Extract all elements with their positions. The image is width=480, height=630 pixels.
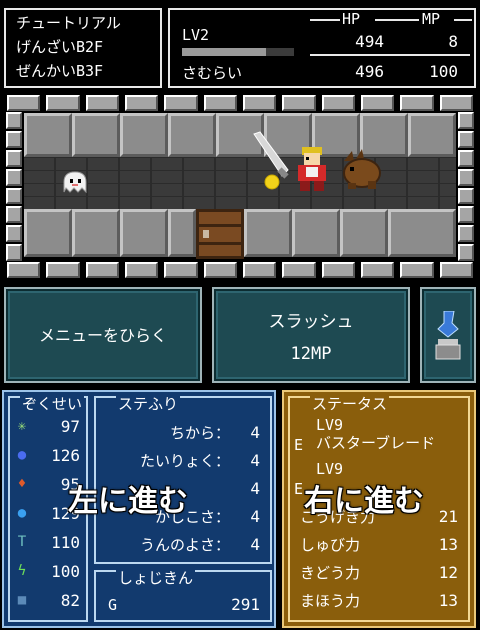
- status-title: ステータス: [310, 395, 390, 413]
- hp-header: HP: [342, 10, 361, 28]
- fire-icon: ♦: [17, 476, 27, 492]
- exp-bar-fill: [182, 48, 266, 56]
- menu-button-label: メニューをひらく: [38, 326, 167, 345]
- current-floor: げんざいB2F: [16, 38, 104, 56]
- stat-points-title: ステふり: [116, 395, 181, 413]
- dungeon-view: [4, 95, 476, 278]
- left-wall-bricks: [4, 111, 24, 262]
- max-floor: ぜんかいB3F: [16, 62, 104, 80]
- equipment-status-panel[interactable]: ステータス LV9 E バスターブレード LV9 E こうげき力 21 しゅび力 13…: [282, 390, 476, 628]
- stat-label: うんのよさ：: [139, 536, 230, 554]
- menu-button[interactable]: メニューをひらく: [4, 287, 202, 383]
- dungeon-name: チュートリアル: [16, 14, 121, 32]
- sword-icon: [253, 131, 289, 190]
- skill-slash-button[interactable]: スラッシュ 12MP: [212, 287, 410, 383]
- equip1-level: LV9: [316, 416, 344, 434]
- potion-button[interactable]: [420, 287, 476, 383]
- stats-divider: [310, 54, 470, 56]
- attribute-value: 97: [60, 417, 80, 436]
- equip1-mark: E: [294, 436, 304, 454]
- stat-label: たいりょく：: [139, 452, 230, 470]
- header-rule: [375, 19, 419, 21]
- status-value: 13: [438, 535, 458, 554]
- ghost-enemy-icon[interactable]: [60, 170, 90, 196]
- money-title: しょじきん: [116, 569, 196, 587]
- beast-enemy-icon[interactable]: [340, 149, 382, 191]
- status-value: 12: [438, 563, 458, 582]
- samurai-player-icon: [298, 147, 326, 191]
- hammer-icon: T: [17, 534, 27, 550]
- header-rule: [310, 19, 340, 21]
- mp-current: 8: [448, 32, 458, 51]
- money-amount: 291: [231, 595, 260, 614]
- stat-value: 4: [250, 423, 260, 442]
- attribute-value: 82: [60, 591, 80, 610]
- status-label: きどう力: [300, 564, 361, 582]
- money-currency: G: [108, 596, 118, 614]
- exp-bar: [182, 48, 294, 56]
- mp-max: 100: [429, 62, 458, 81]
- move-left-label: 左に進む: [68, 484, 188, 519]
- bottom-wall-bricks: [4, 262, 476, 278]
- stat-value: 4: [250, 535, 260, 554]
- sparkle-icon: ✳: [17, 418, 27, 434]
- status-label: まほう力: [300, 592, 361, 610]
- status-value: 21: [438, 507, 458, 526]
- flask-icon: [435, 311, 461, 360]
- octopus-icon: ●: [17, 447, 27, 463]
- location-panel: チュートリアル げんざいB2F ぜんかいB3F: [4, 8, 162, 88]
- wooden-door[interactable]: [196, 209, 244, 259]
- equip1-name: バスターブレード: [316, 434, 436, 452]
- money-box: しょじきん G 291: [94, 569, 272, 622]
- block-icon: ■: [17, 592, 27, 608]
- mp-header: MP: [422, 10, 441, 28]
- top-wall-bricks: [4, 95, 476, 111]
- equip2-mark: E: [294, 480, 304, 498]
- status-value: 13: [438, 591, 458, 610]
- skill-cost: 12MP: [290, 344, 332, 364]
- party-status-panel: HP MP LV2 さむらい 494 8 496 100: [168, 8, 476, 88]
- water-drop-icon: ●: [17, 505, 27, 521]
- attribute-value: 126: [51, 446, 80, 465]
- header-rule: [454, 19, 472, 21]
- move-right-label: 右に進む: [304, 484, 424, 519]
- character-level: LV2: [182, 26, 210, 44]
- stat-value: 4: [250, 479, 260, 498]
- stat-value: 4: [250, 507, 260, 526]
- attribute-value: 100: [51, 562, 80, 581]
- stat-label: ちから：: [169, 424, 230, 442]
- status-label: しゅび力: [300, 536, 361, 554]
- lightning-icon: ϟ: [17, 563, 27, 579]
- hp-max: 496: [355, 62, 384, 81]
- attribute-value: 110: [51, 533, 80, 552]
- stat-value: 4: [250, 451, 260, 470]
- attributes-title: ぞくせい: [20, 395, 85, 413]
- character-info-panel[interactable]: ぞくせい ✳ 97 ● 126 ♦ 95 ● 129 T 110 ϟ 100 ■ 82 ステふり ちから：…: [2, 390, 276, 628]
- skill-name: スラッシュ: [268, 312, 354, 332]
- hp-current: 494: [355, 32, 384, 51]
- right-wall-bricks: [456, 111, 476, 262]
- character-name: さむらい: [182, 64, 243, 82]
